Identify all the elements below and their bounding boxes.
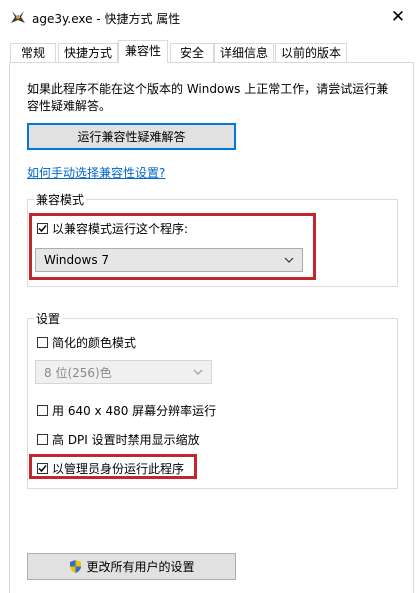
reduced-color-checkbox[interactable]: 简化的颜色模式 bbox=[37, 334, 136, 351]
checkbox-unchecked-icon bbox=[37, 405, 48, 416]
compat-mode-group bbox=[27, 199, 398, 287]
chevron-down-icon bbox=[284, 257, 294, 263]
resolution-640-checkbox[interactable]: 用 640 x 480 屏幕分辨率运行 bbox=[37, 402, 216, 419]
close-icon: ✕ bbox=[390, 7, 406, 27]
window-title: age3y.exe - 快捷方式 属性 bbox=[32, 12, 181, 26]
troubleshooter-button[interactable]: 运行兼容性疑难解答 bbox=[27, 123, 236, 150]
resolution-640-label: 用 640 x 480 屏幕分辨率运行 bbox=[52, 404, 217, 418]
color-depth-select[interactable]: 8 位(256)色 bbox=[35, 360, 212, 384]
app-icon bbox=[11, 11, 25, 23]
checkbox-checked-icon bbox=[37, 463, 48, 474]
run-as-admin-checkbox[interactable]: 以管理员身份运行此程序 bbox=[37, 460, 184, 477]
tab-details[interactable]: 详细信息 bbox=[214, 43, 274, 62]
tab-strip: 常规 快捷方式 兼容性 安全 详细信息 以前的版本 bbox=[0, 36, 420, 63]
compat-mode-checkbox-label: 以兼容模式运行这个程序: bbox=[52, 222, 189, 236]
chevron-down-icon bbox=[193, 369, 203, 375]
uac-shield-icon bbox=[70, 560, 82, 573]
tab-security[interactable]: 安全 bbox=[170, 43, 214, 62]
checkbox-unchecked-icon bbox=[37, 434, 48, 445]
troubleshooter-button-label: 运行兼容性疑难解答 bbox=[77, 130, 186, 144]
all-users-settings-button[interactable]: 更改所有用户的设置 bbox=[27, 553, 236, 580]
os-version-select[interactable]: Windows 7 bbox=[35, 248, 303, 272]
all-users-settings-label: 更改所有用户的设置 bbox=[86, 560, 195, 574]
title-bar[interactable]: age3y.exe - 快捷方式 属性 ✕ bbox=[0, 0, 420, 36]
intro-text: 如果此程序不能在这个版本的 Windows 上正常工作，请尝试运行兼容性疑难解答… bbox=[27, 82, 389, 113]
run-as-admin-label: 以管理员身份运行此程序 bbox=[52, 462, 185, 476]
compat-mode-label: 兼容模式 bbox=[34, 191, 87, 208]
reduced-color-label: 简化的颜色模式 bbox=[52, 336, 137, 350]
settings-label: 设置 bbox=[34, 310, 63, 327]
checkbox-checked-icon bbox=[37, 223, 48, 234]
tab-general[interactable]: 常规 bbox=[10, 43, 56, 62]
manual-settings-link[interactable]: 如何手动选择兼容性设置? bbox=[27, 164, 165, 181]
compat-mode-checkbox[interactable]: 以兼容模式运行这个程序: bbox=[37, 220, 188, 237]
high-dpi-label: 高 DPI 设置时禁用显示缩放 bbox=[52, 433, 200, 447]
tab-compatibility[interactable]: 兼容性 bbox=[118, 40, 168, 63]
high-dpi-checkbox[interactable]: 高 DPI 设置时禁用显示缩放 bbox=[37, 431, 200, 448]
close-button[interactable]: ✕ bbox=[384, 4, 412, 30]
tab-previous-versions[interactable]: 以前的版本 bbox=[275, 43, 347, 62]
tab-shortcut[interactable]: 快捷方式 bbox=[58, 43, 118, 62]
color-depth-value: 8 位(256)色 bbox=[44, 365, 112, 380]
checkbox-unchecked-icon bbox=[37, 337, 48, 348]
os-version-value: Windows 7 bbox=[44, 253, 110, 267]
